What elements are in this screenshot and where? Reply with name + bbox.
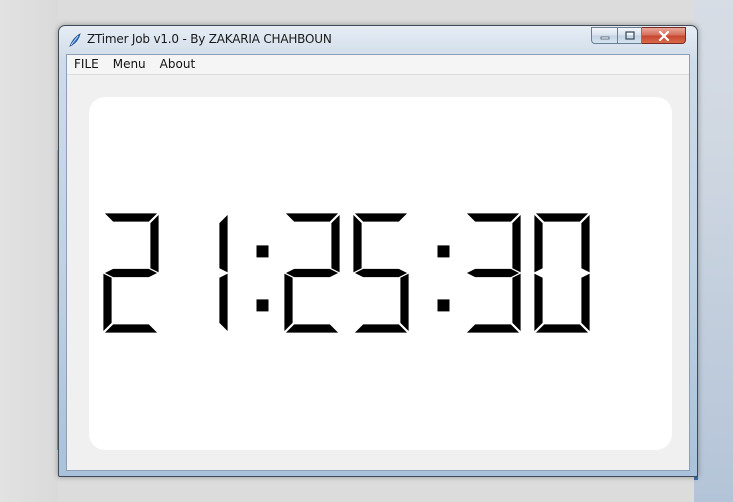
- clock-digit-1: [218, 213, 229, 333]
- caption-buttons: [591, 27, 686, 45]
- clock-time-readout: 21:25:30: [103, 212, 591, 334]
- clock-colon-1: [437, 245, 450, 312]
- minimize-icon: [600, 36, 609, 39]
- digital-clock-display: 21:25:30: [103, 211, 658, 336]
- app-window: ZTimer Job v1.0 - By ZAKARIA CHAHBOUN FI…: [58, 25, 698, 477]
- clock-colon-0: [256, 245, 269, 312]
- menu-about[interactable]: About: [153, 55, 202, 74]
- clock-digit-4: [465, 212, 522, 334]
- minimize-button[interactable]: [591, 27, 617, 44]
- menu-menu[interactable]: Menu: [106, 55, 153, 74]
- desktop-background-right: [694, 0, 733, 502]
- menu-bar: FILE Menu About: [67, 55, 689, 75]
- close-icon: [658, 30, 669, 41]
- window-title: ZTimer Job v1.0 - By ZAKARIA CHAHBOUN: [87, 32, 332, 46]
- clock-panel: 21:25:30: [89, 97, 672, 450]
- close-button[interactable]: [642, 27, 686, 44]
- title-bar[interactable]: ZTimer Job v1.0 - By ZAKARIA CHAHBOUN: [59, 26, 697, 54]
- menu-file[interactable]: FILE: [67, 55, 106, 74]
- clock-digit-3: [352, 212, 410, 334]
- maximize-button[interactable]: [617, 27, 642, 44]
- desktop-background-left: [0, 0, 61, 502]
- clock-digit-2: [283, 212, 341, 334]
- maximize-icon: [624, 31, 635, 40]
- clock-digit-5: [533, 212, 591, 334]
- clock-digit-0: [103, 212, 160, 334]
- feather-app-icon: [69, 33, 81, 47]
- client-area: FILE Menu About 21:25:30: [66, 54, 690, 471]
